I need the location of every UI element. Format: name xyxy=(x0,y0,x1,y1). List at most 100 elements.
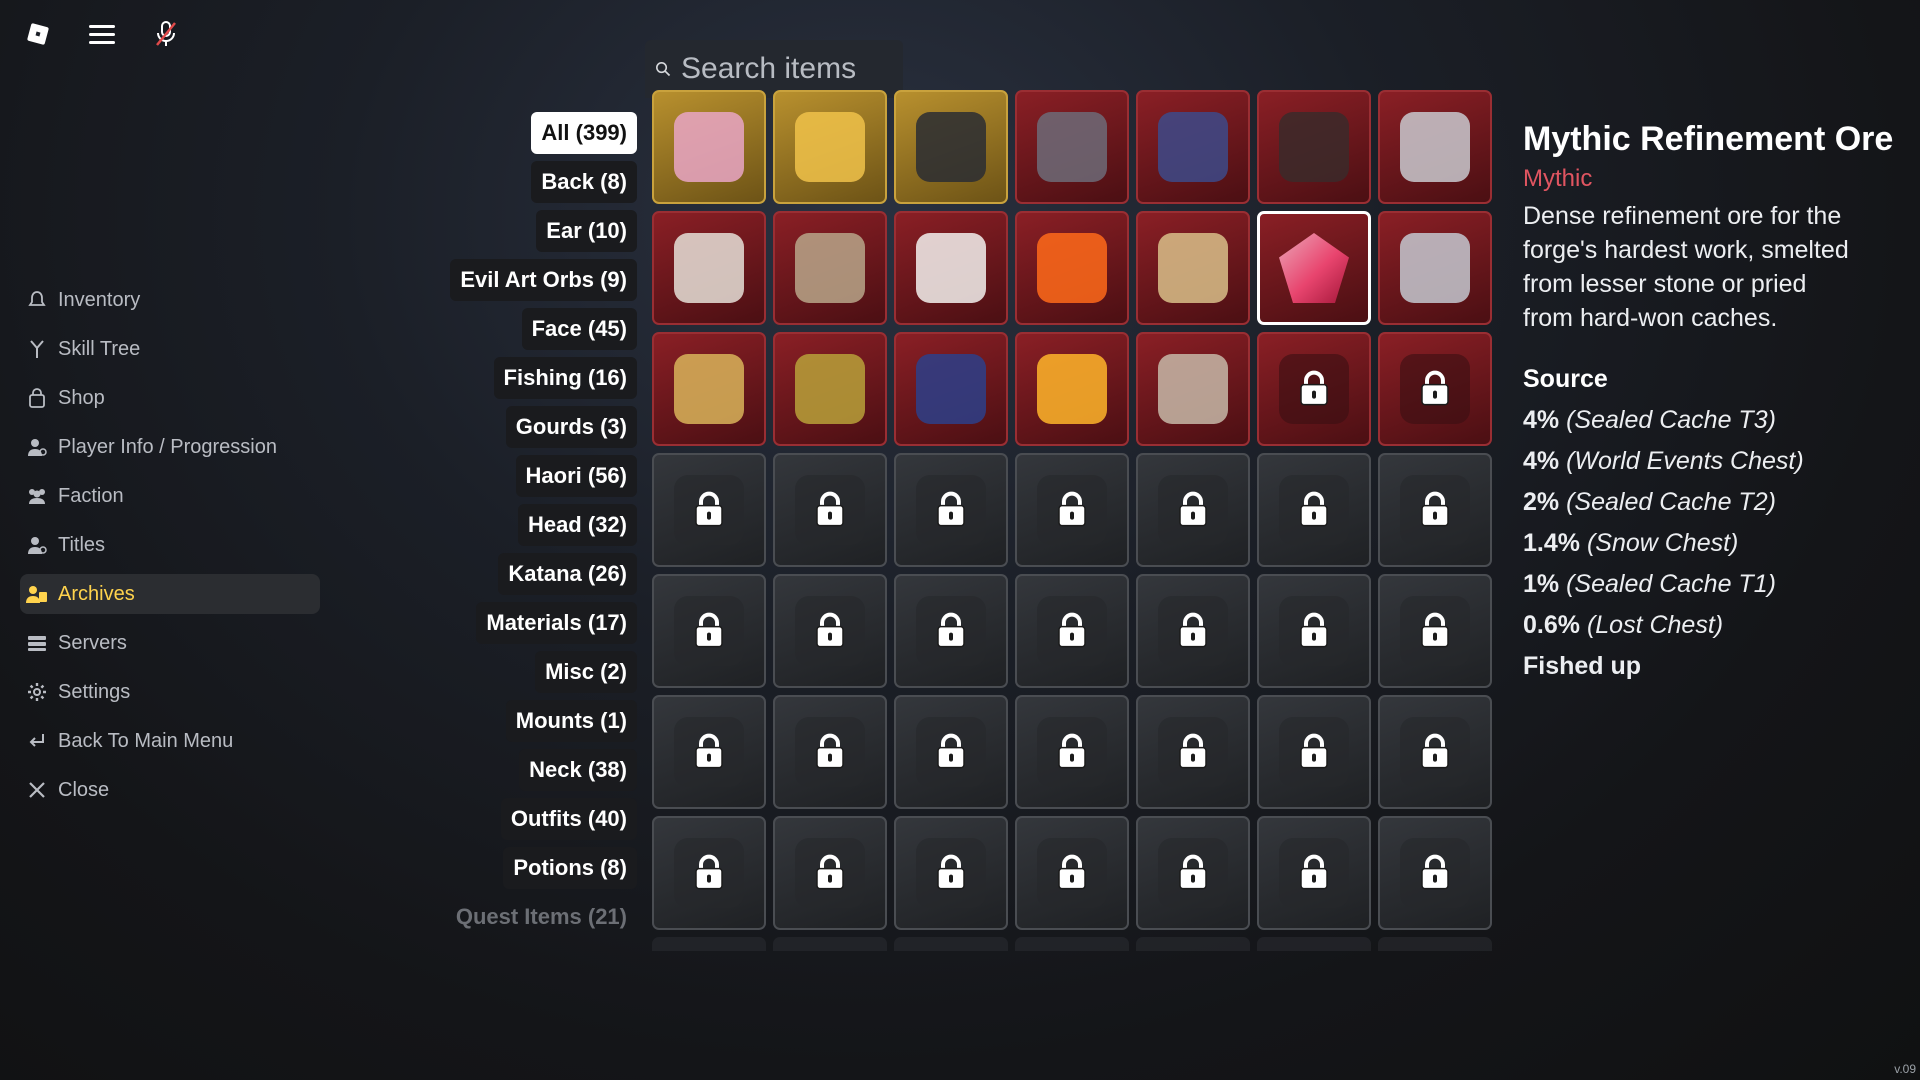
item-slot[interactable] xyxy=(1015,90,1129,204)
item-slot-locked[interactable] xyxy=(894,695,1008,809)
item-slot-locked[interactable] xyxy=(652,574,766,688)
category-materials[interactable]: Materials (17) xyxy=(476,602,637,644)
item-slot[interactable] xyxy=(1136,90,1250,204)
item-detail-panel: Mythic Refinement Ore Mythic Dense refin… xyxy=(1523,120,1913,681)
item-slot-selected[interactable] xyxy=(1257,211,1371,325)
item-slot[interactable] xyxy=(1378,211,1492,325)
category-outfits[interactable]: Outfits (40) xyxy=(500,798,637,840)
item-title: Mythic Refinement Ore xyxy=(1523,120,1894,158)
search-input[interactable] xyxy=(679,51,893,87)
item-slot[interactable] xyxy=(652,332,766,446)
source-entry: 4% (World Events Chest) xyxy=(1523,447,1913,476)
category-neck[interactable]: Neck (38) xyxy=(519,749,637,791)
menu-icon[interactable] xyxy=(82,14,122,54)
item-slot[interactable] xyxy=(1257,90,1371,204)
category-katana[interactable]: Katana (26) xyxy=(498,553,637,595)
category-all[interactable]: All (399) xyxy=(531,112,637,154)
item-slot[interactable] xyxy=(773,211,887,325)
item-slot-locked[interactable] xyxy=(1378,695,1492,809)
category-quest-items[interactable]: Quest Items (21) xyxy=(446,896,637,938)
item-slot-locked[interactable] xyxy=(1257,453,1371,567)
item-slot[interactable] xyxy=(894,332,1008,446)
category-face[interactable]: Face (45) xyxy=(521,308,637,350)
item-slot-locked[interactable] xyxy=(773,695,887,809)
item-thumbnail xyxy=(795,112,865,182)
item-slot-locked[interactable] xyxy=(894,574,1008,688)
item-slot[interactable] xyxy=(894,90,1008,204)
item-slot[interactable] xyxy=(773,90,887,204)
category-potions[interactable]: Potions (8) xyxy=(503,847,637,889)
category-fishing[interactable]: Fishing (16) xyxy=(493,357,637,399)
item-slot[interactable] xyxy=(1015,332,1129,446)
item-slot-locked[interactable] xyxy=(1015,453,1129,567)
item-slot-locked[interactable] xyxy=(1136,816,1250,930)
category-ear[interactable]: Ear (10) xyxy=(536,210,637,252)
sidebar-item-faction[interactable]: Faction xyxy=(20,476,320,516)
item-slot-locked[interactable] xyxy=(1378,574,1492,688)
sidebar-item-player-info-progression[interactable]: Player Info / Progression xyxy=(20,427,320,467)
item-thumbnail xyxy=(674,112,744,182)
item-slot-locked[interactable] xyxy=(1378,816,1492,930)
sidebar: Inventory Skill Tree Shop Player Info / Pro… xyxy=(20,280,320,819)
item-slot-locked[interactable] xyxy=(652,453,766,567)
lock-icon xyxy=(692,491,726,534)
sidebar-item-servers[interactable]: Servers xyxy=(20,623,320,663)
item-slot-locked[interactable] xyxy=(1015,695,1129,809)
source-entry: 1% (Sealed Cache T1) xyxy=(1523,570,1913,599)
sidebar-item-settings[interactable]: Settings xyxy=(20,672,320,712)
item-slot[interactable] xyxy=(652,211,766,325)
item-slot-locked[interactable] xyxy=(773,816,887,930)
lock-icon xyxy=(1418,491,1452,534)
lock-icon xyxy=(1055,491,1089,534)
sidebar-item-archives[interactable]: Archives xyxy=(20,574,320,614)
category-misc[interactable]: Misc (2) xyxy=(535,651,637,693)
item-slot-locked[interactable] xyxy=(1257,574,1371,688)
item-slot-locked[interactable] xyxy=(1015,816,1129,930)
item-slot[interactable] xyxy=(1015,211,1129,325)
item-slot-locked[interactable] xyxy=(652,695,766,809)
sidebar-item-inventory[interactable]: Inventory xyxy=(20,280,320,320)
item-slot-locked[interactable] xyxy=(894,453,1008,567)
item-slot-locked[interactable] xyxy=(1378,332,1492,446)
mic-muted-icon[interactable] xyxy=(146,14,186,54)
item-thumbnail xyxy=(1037,233,1107,303)
item-slot-locked[interactable] xyxy=(1257,695,1371,809)
category-head[interactable]: Head (32) xyxy=(517,504,637,546)
category-haori[interactable]: Haori (56) xyxy=(515,455,637,497)
sidebar-item-label: Titles xyxy=(58,533,106,556)
sidebar-item-shop[interactable]: Shop xyxy=(20,378,320,418)
sidebar-item-titles[interactable]: Titles xyxy=(20,525,320,565)
item-thumbnail xyxy=(1037,354,1107,424)
item-slot[interactable] xyxy=(1136,211,1250,325)
sidebar-item-skill-tree[interactable]: Skill Tree xyxy=(20,329,320,369)
lock-icon xyxy=(1297,733,1331,776)
item-slot-locked[interactable] xyxy=(1257,332,1371,446)
bell-icon xyxy=(26,289,48,311)
item-slot-locked[interactable] xyxy=(1257,816,1371,930)
source-entry: 2% (Sealed Cache T2) xyxy=(1523,488,1913,517)
item-slot-locked[interactable] xyxy=(1136,695,1250,809)
sidebar-item-back-to-main-menu[interactable]: Back To Main Menu xyxy=(20,721,320,761)
item-slot-locked[interactable] xyxy=(1015,574,1129,688)
roblox-icon[interactable] xyxy=(18,14,58,54)
item-slot[interactable] xyxy=(773,332,887,446)
category-back[interactable]: Back (8) xyxy=(531,161,637,203)
item-slot-locked[interactable] xyxy=(1136,453,1250,567)
item-slot[interactable] xyxy=(652,90,766,204)
item-slot-locked[interactable] xyxy=(773,453,887,567)
source-location: (Sealed Cache T2) xyxy=(1566,488,1776,516)
sidebar-item-close[interactable]: Close xyxy=(20,770,320,810)
lock-icon xyxy=(692,733,726,776)
source-extra: Fished up xyxy=(1523,652,1642,680)
category-mounts[interactable]: Mounts (1) xyxy=(505,700,637,742)
item-slot-locked[interactable] xyxy=(652,816,766,930)
item-slot-locked[interactable] xyxy=(1136,574,1250,688)
item-slot-locked[interactable] xyxy=(773,574,887,688)
item-slot[interactable] xyxy=(1378,90,1492,204)
item-slot[interactable] xyxy=(1136,332,1250,446)
item-slot-locked[interactable] xyxy=(894,816,1008,930)
category-gourds[interactable]: Gourds (3) xyxy=(505,406,637,448)
item-slot[interactable] xyxy=(894,211,1008,325)
category-evil-art-orbs[interactable]: Evil Art Orbs (9) xyxy=(450,259,637,301)
item-slot-locked[interactable] xyxy=(1378,453,1492,567)
